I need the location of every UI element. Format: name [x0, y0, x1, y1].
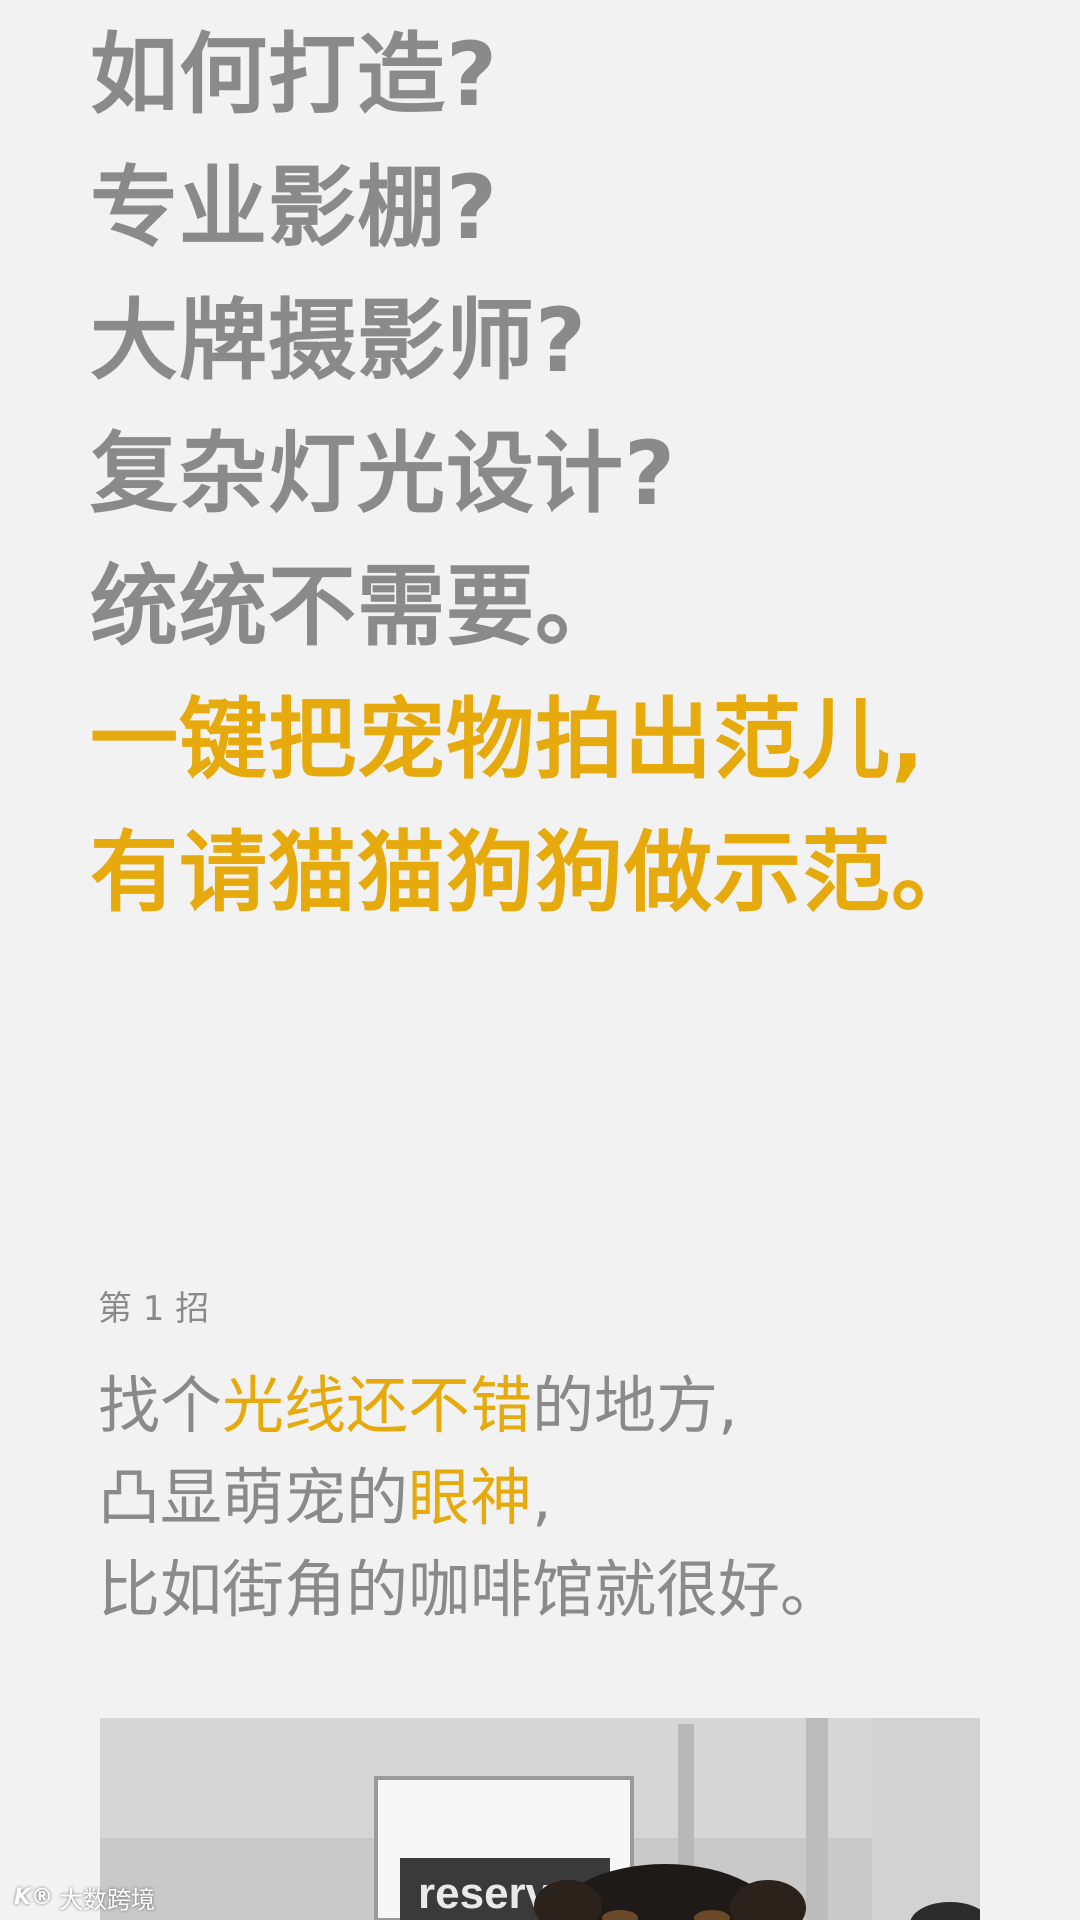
tip-line-2-post: , — [532, 1461, 552, 1534]
headline-accent-line-1: 一键把宠物拍出范儿, — [90, 688, 926, 791]
cafe-dog-illustration: reserve — [100, 1718, 980, 1920]
headline-line-1: 如何打造? — [90, 23, 499, 126]
tip-line-1-highlight: 光线还不错 — [222, 1369, 533, 1442]
tip-line-1-pre: 找个 — [98, 1369, 223, 1442]
headline-line-4: 复杂灯光设计? — [90, 422, 677, 525]
headline-line-5: 统统不需要。 — [90, 555, 625, 658]
headline: 如何打造? 专业影棚? 大牌摄影师? 复杂灯光设计? 统统不需要。 一键把宠物拍… — [90, 8, 1070, 939]
tip-line-2-highlight: 眼神 — [408, 1461, 533, 1534]
tip-text: 找个光线还不错的地方, 凸显萌宠的眼神, 比如街角的咖啡馆就很好。 — [98, 1360, 1058, 1636]
tip-line-1-post: 的地方, — [532, 1369, 738, 1442]
tip-line-2: 凸显萌宠的眼神, — [98, 1452, 1058, 1544]
tip-line-2-pre: 凸显萌宠的 — [98, 1461, 409, 1534]
cafe-dog-photo: reserve — [100, 1718, 980, 1920]
watermark: K® 大数跨境 — [14, 1880, 155, 1914]
headline-accent-line-2: 有请猫猫狗狗做示范。 — [90, 821, 981, 924]
watermark-text: 大数跨境 — [59, 1885, 156, 1914]
tip-line-3: 比如街角的咖啡馆就很好。 — [98, 1553, 843, 1626]
headline-line-2: 专业影棚? — [90, 156, 499, 259]
watermark-logo-icon: K® — [14, 1884, 54, 1910]
step-label: 第 1 招 — [98, 1289, 210, 1329]
headline-line-3: 大牌摄影师? — [90, 289, 588, 392]
tip-line-1: 找个光线还不错的地方, — [98, 1360, 1058, 1452]
